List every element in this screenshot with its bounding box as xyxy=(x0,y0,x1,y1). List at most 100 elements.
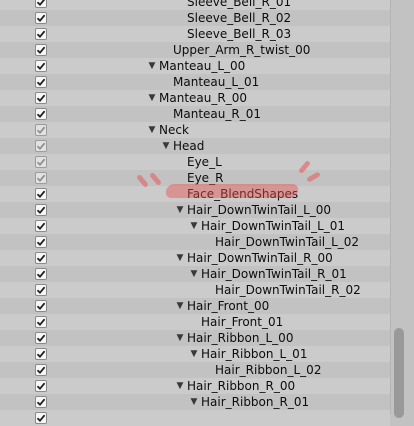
tree-item[interactable]: Sleeve_Bell_R_03 xyxy=(0,26,390,42)
tree-item[interactable]: Hair_Front_01 xyxy=(0,314,390,330)
tree-item[interactable]: ▼ Hair_DownTwinTail_L_00 xyxy=(0,202,390,218)
checkmark-icon xyxy=(36,206,46,215)
tree-item[interactable]: Sleeve_Bell_R_02 xyxy=(0,10,390,26)
tree-item[interactable]: ▼ Hair_DownTwinTail_R_01 xyxy=(0,266,390,282)
visibility-checkbox[interactable] xyxy=(35,60,47,72)
visibility-checkbox[interactable] xyxy=(35,348,47,360)
checkmark-icon xyxy=(36,366,46,375)
expand-arrow-icon[interactable]: ▼ xyxy=(147,90,157,106)
visibility-checkbox[interactable] xyxy=(35,396,47,408)
checkmark-icon xyxy=(36,318,46,327)
tree-item-label: Sleeve_Bell_R_02 xyxy=(187,11,292,25)
tree-item[interactable]: Hair_DownTwinTail_R_02 xyxy=(0,282,390,298)
tree-item-label: Hair_Ribbon_L_01 xyxy=(201,347,308,361)
tree-item[interactable]: ▼ Manteau_R_00 xyxy=(0,90,390,106)
checkmark-icon xyxy=(36,382,46,391)
visibility-checkbox[interactable] xyxy=(35,156,47,168)
expand-arrow-icon[interactable]: ▼ xyxy=(161,138,171,154)
checkmark-icon xyxy=(36,126,46,135)
expand-arrow-icon[interactable]: ▼ xyxy=(189,218,199,234)
tree-item[interactable]: Hair_DownTwinTail_L_02 xyxy=(0,234,390,250)
tree-item[interactable]: Manteau_L_01 xyxy=(0,74,390,90)
visibility-checkbox[interactable] xyxy=(35,204,47,216)
tree-item[interactable]: ▼ Hair_DownTwinTail_L_01 xyxy=(0,218,390,234)
scrollbar-thumb[interactable] xyxy=(394,328,404,418)
checkmark-icon xyxy=(36,302,46,311)
tree-item-label: Hair_Ribbon_R_01 xyxy=(201,395,310,409)
checkmark-icon xyxy=(36,94,46,103)
visibility-checkbox[interactable] xyxy=(35,252,47,264)
checkmark-icon xyxy=(36,238,46,247)
tree-item-label: Sleeve_Bell_R_03 xyxy=(187,27,292,41)
tree-item[interactable]: ▼ Hair_DownTwinTail_R_00 xyxy=(0,250,390,266)
visibility-checkbox[interactable] xyxy=(35,220,47,232)
expand-arrow-icon[interactable]: ▼ xyxy=(147,122,157,138)
expand-arrow-icon[interactable]: ▼ xyxy=(175,378,185,394)
expand-arrow-icon[interactable]: ▼ xyxy=(175,298,185,314)
checkmark-icon xyxy=(36,286,46,295)
visibility-checkbox[interactable] xyxy=(35,380,47,392)
checkmark-icon xyxy=(36,142,46,151)
expand-arrow-icon[interactable]: ▼ xyxy=(189,266,199,282)
visibility-checkbox[interactable] xyxy=(35,316,47,328)
tree-item[interactable]: Hair_Ribbon_L_02 xyxy=(0,362,390,378)
visibility-checkbox[interactable] xyxy=(35,236,47,248)
tree-item-label: Hair_Ribbon_L_02 xyxy=(215,363,322,377)
checkmark-icon xyxy=(36,110,46,119)
visibility-checkbox[interactable] xyxy=(35,172,47,184)
tree-item[interactable] xyxy=(0,410,390,426)
tree-item-label: Manteau_R_00 xyxy=(159,91,247,105)
expand-arrow-icon[interactable]: ▼ xyxy=(189,394,199,410)
visibility-checkbox[interactable] xyxy=(35,92,47,104)
tree-item[interactable]: ▼ Hair_Front_00 xyxy=(0,298,390,314)
checkmark-icon xyxy=(36,62,46,71)
checkmark-icon xyxy=(36,334,46,343)
tree-item-label: Hair_DownTwinTail_R_00 xyxy=(187,251,333,265)
expand-arrow-icon[interactable]: ▼ xyxy=(175,250,185,266)
tree-item[interactable]: ▼ Head xyxy=(0,138,390,154)
visibility-checkbox[interactable] xyxy=(35,140,47,152)
visibility-checkbox[interactable] xyxy=(35,0,47,8)
tree-item[interactable]: Eye_L xyxy=(0,154,390,170)
checkmark-icon xyxy=(36,350,46,359)
visibility-checkbox[interactable] xyxy=(35,76,47,88)
visibility-checkbox[interactable] xyxy=(35,12,47,24)
checkmark-icon xyxy=(36,398,46,407)
visibility-checkbox[interactable] xyxy=(35,188,47,200)
visibility-checkbox[interactable] xyxy=(35,44,47,56)
visibility-checkbox[interactable] xyxy=(35,108,47,120)
expand-arrow-icon[interactable]: ▼ xyxy=(147,58,157,74)
tree-item[interactable]: Manteau_R_01 xyxy=(0,106,390,122)
visibility-checkbox[interactable] xyxy=(35,284,47,296)
tree-item[interactable]: Upper_Arm_R_twist_00 xyxy=(0,42,390,58)
checkmark-icon xyxy=(36,270,46,279)
tree-item[interactable]: ▼ Hair_Ribbon_R_00 xyxy=(0,378,390,394)
checkmark-icon xyxy=(36,0,46,7)
visibility-checkbox[interactable] xyxy=(35,300,47,312)
tree-item-label: Neck xyxy=(159,123,189,137)
checkmark-icon xyxy=(36,78,46,87)
tree-item-label: Sleeve_Bell_R_01 xyxy=(187,0,292,9)
tree-item-label: Hair_Ribbon_R_00 xyxy=(187,379,296,393)
checkmark-icon xyxy=(36,222,46,231)
tree-item[interactable]: ▼ Manteau_L_00 xyxy=(0,58,390,74)
tree-item-label: Manteau_L_00 xyxy=(159,59,246,73)
hierarchy-tree: Sleeve_Bell_R_01 Sleeve_Bell_R_02 Sleeve_B… xyxy=(0,0,390,426)
visibility-checkbox[interactable] xyxy=(35,364,47,376)
visibility-checkbox[interactable] xyxy=(35,268,47,280)
tree-item-label: Eye_L xyxy=(187,155,222,169)
tree-item[interactable]: Sleeve_Bell_R_01 xyxy=(0,0,390,10)
visibility-checkbox[interactable] xyxy=(35,124,47,136)
tree-item[interactable]: ▼ Hair_Ribbon_L_00 xyxy=(0,330,390,346)
tree-item-label: Hair_DownTwinTail_R_02 xyxy=(215,283,361,297)
tree-item-label: Manteau_L_01 xyxy=(173,75,260,89)
tree-item[interactable]: ▼ Neck xyxy=(0,122,390,138)
expand-arrow-icon[interactable]: ▼ xyxy=(175,330,185,346)
tree-item[interactable]: ▼ Hair_Ribbon_R_01 xyxy=(0,394,390,410)
expand-arrow-icon[interactable]: ▼ xyxy=(175,202,185,218)
expand-arrow-icon[interactable]: ▼ xyxy=(189,346,199,362)
visibility-checkbox[interactable] xyxy=(35,28,47,40)
tree-item[interactable]: ▼ Hair_Ribbon_L_01 xyxy=(0,346,390,362)
checkmark-icon xyxy=(36,30,46,39)
visibility-checkbox[interactable] xyxy=(35,332,47,344)
